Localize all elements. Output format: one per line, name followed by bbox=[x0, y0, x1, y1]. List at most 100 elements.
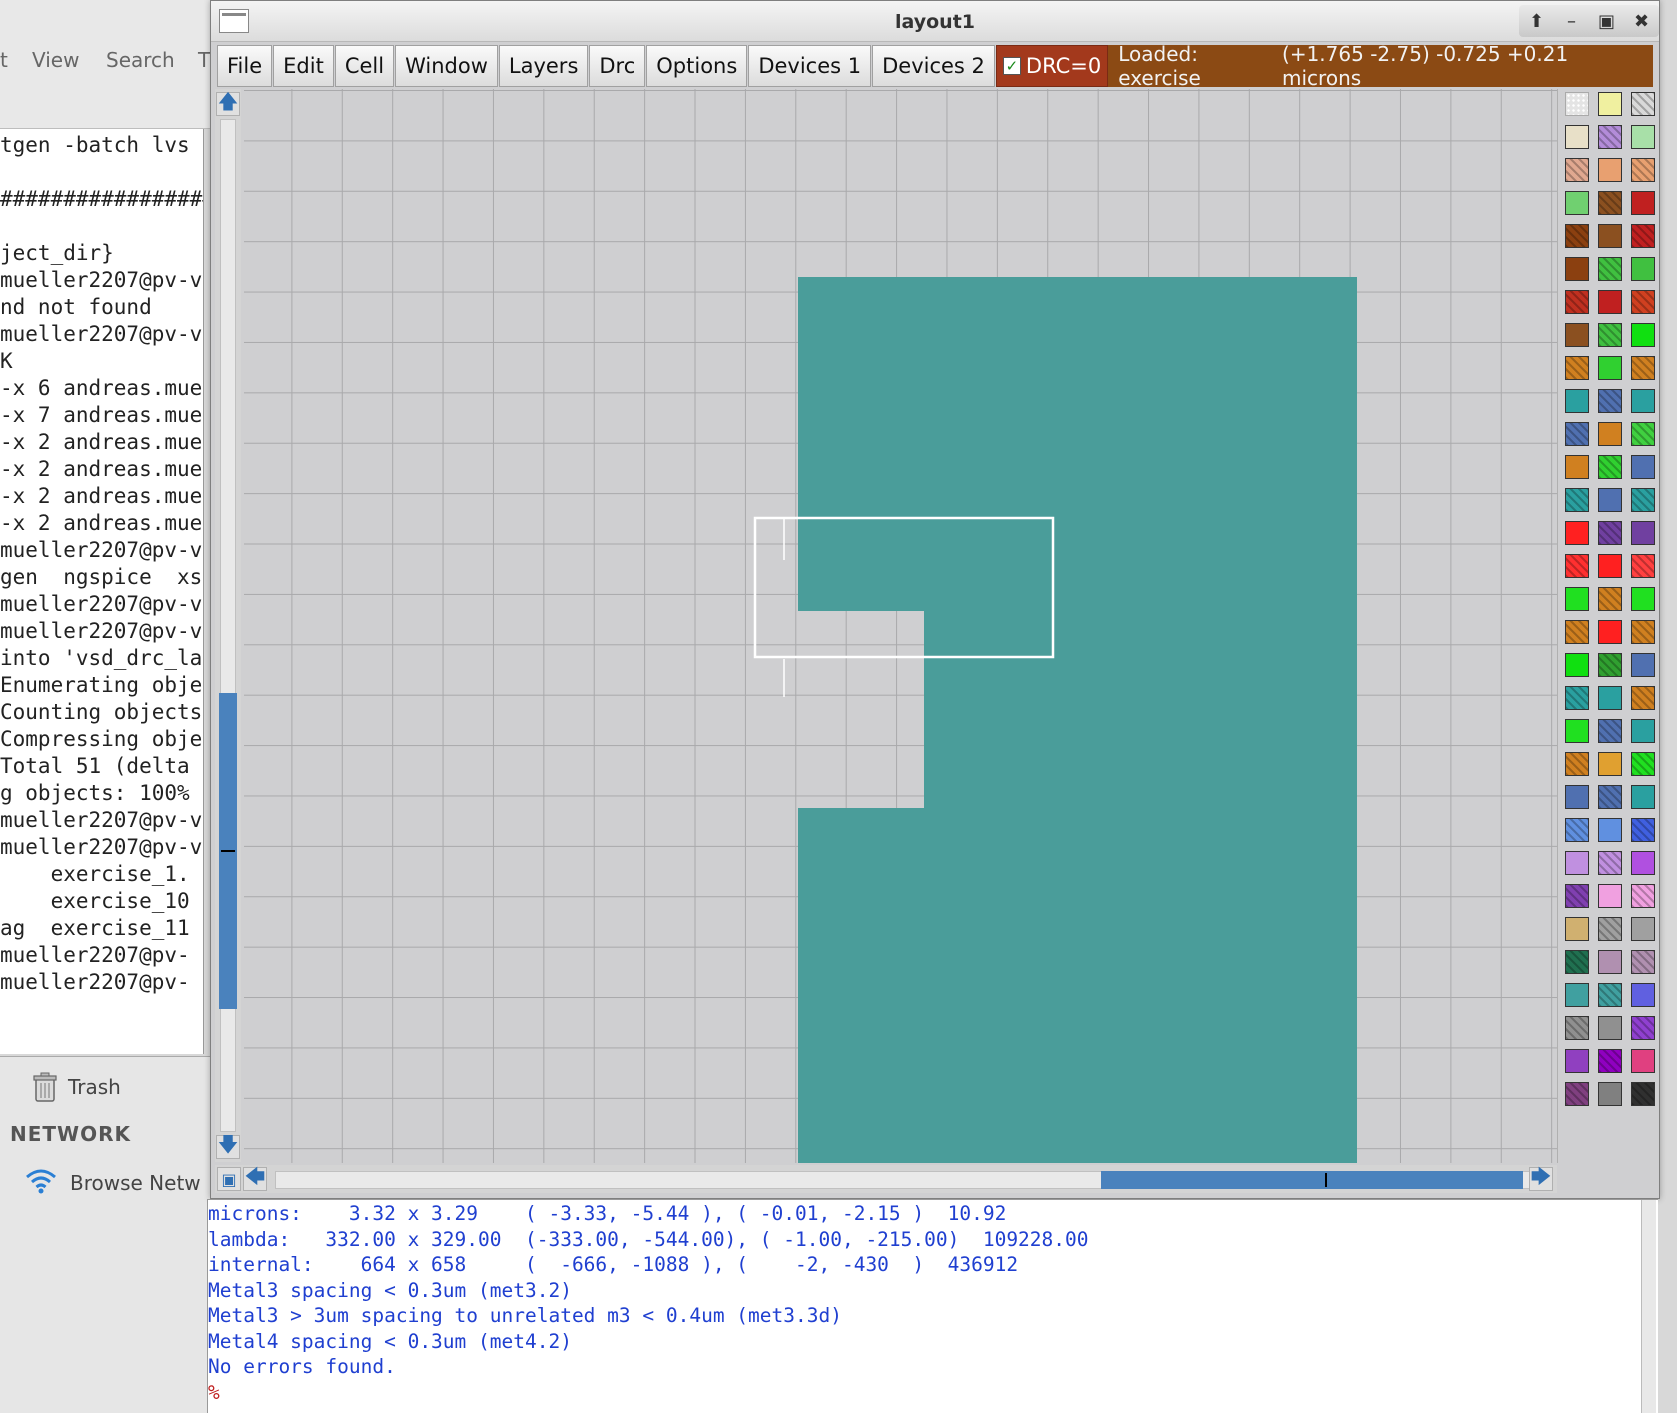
horizontal-scrollbar[interactable]: ▣ 🡄 🡆 bbox=[215, 1164, 1557, 1193]
layer-swatch[interactable] bbox=[1565, 455, 1589, 479]
layer-swatch[interactable] bbox=[1598, 92, 1622, 116]
layer-swatch[interactable] bbox=[1565, 686, 1589, 710]
layer-swatch[interactable] bbox=[1598, 587, 1622, 611]
layer-swatch[interactable] bbox=[1565, 884, 1589, 908]
layer-swatch[interactable] bbox=[1565, 554, 1589, 578]
layer-swatch[interactable] bbox=[1631, 92, 1655, 116]
layer-swatch[interactable] bbox=[1565, 818, 1589, 842]
layer-swatch[interactable] bbox=[1565, 851, 1589, 875]
close-icon[interactable]: ✖ bbox=[1630, 9, 1654, 33]
layer-swatch[interactable] bbox=[1598, 785, 1622, 809]
layer-swatch[interactable] bbox=[1631, 587, 1655, 611]
layer-swatch[interactable] bbox=[1598, 422, 1622, 446]
menu-file[interactable]: File bbox=[217, 45, 273, 87]
terminal-menu-view[interactable]: View bbox=[32, 48, 79, 72]
layer-swatch[interactable] bbox=[1565, 323, 1589, 347]
layer-swatch[interactable] bbox=[1598, 620, 1622, 644]
layer-swatch[interactable] bbox=[1598, 356, 1622, 380]
trash-icon[interactable] bbox=[30, 1071, 64, 1105]
layer-swatch[interactable] bbox=[1631, 884, 1655, 908]
console-scrollbar[interactable] bbox=[1641, 1200, 1656, 1413]
layer-swatch[interactable] bbox=[1598, 521, 1622, 545]
layer-swatch[interactable] bbox=[1631, 290, 1655, 314]
layer-swatch[interactable] bbox=[1565, 1016, 1589, 1040]
layer-swatch[interactable] bbox=[1565, 92, 1589, 116]
layer-swatch[interactable] bbox=[1565, 158, 1589, 182]
layer-swatch[interactable] bbox=[1598, 191, 1622, 215]
layer-swatch[interactable] bbox=[1565, 488, 1589, 512]
layer-swatch[interactable] bbox=[1631, 917, 1655, 941]
layer-swatch[interactable] bbox=[1631, 356, 1655, 380]
terminal-menu-item[interactable]: t bbox=[0, 48, 8, 72]
layer-swatch[interactable] bbox=[1631, 389, 1655, 413]
layer-swatch[interactable] bbox=[1631, 686, 1655, 710]
horizontal-scroll-thumb[interactable] bbox=[1101, 1171, 1523, 1189]
layer-swatch[interactable] bbox=[1631, 521, 1655, 545]
layer-swatch[interactable] bbox=[1565, 125, 1589, 149]
layer-swatch[interactable] bbox=[1565, 356, 1589, 380]
scroll-left-icon[interactable]: 🡄 bbox=[243, 1164, 267, 1191]
layer-swatch[interactable] bbox=[1631, 1016, 1655, 1040]
layer-swatch[interactable] bbox=[1598, 257, 1622, 281]
layer-swatch[interactable] bbox=[1598, 290, 1622, 314]
layer-swatch[interactable] bbox=[1598, 917, 1622, 941]
layer-swatch[interactable] bbox=[1598, 1082, 1622, 1106]
minimize-icon[interactable]: – bbox=[1560, 9, 1584, 33]
layer-swatch[interactable] bbox=[1565, 620, 1589, 644]
layer-swatch[interactable] bbox=[1598, 818, 1622, 842]
layer-swatch[interactable] bbox=[1565, 1049, 1589, 1073]
layout-canvas[interactable] bbox=[244, 89, 1557, 1163]
layer-swatch[interactable] bbox=[1631, 191, 1655, 215]
layer-swatch[interactable] bbox=[1598, 752, 1622, 776]
layer-swatch[interactable] bbox=[1631, 1049, 1655, 1073]
layer-swatch[interactable] bbox=[1565, 752, 1589, 776]
layer-swatch[interactable] bbox=[1565, 422, 1589, 446]
trash-label[interactable]: Trash bbox=[68, 1075, 121, 1099]
layer-swatch[interactable] bbox=[1631, 488, 1655, 512]
layer-swatch[interactable] bbox=[1565, 653, 1589, 677]
menu-devices-2[interactable]: Devices 2 bbox=[872, 45, 995, 87]
layer-swatch[interactable] bbox=[1598, 554, 1622, 578]
layer-swatch[interactable] bbox=[1631, 785, 1655, 809]
layer-swatch[interactable] bbox=[1565, 983, 1589, 1007]
scroll-up-icon[interactable]: 🡅 bbox=[216, 89, 240, 116]
layer-swatch[interactable] bbox=[1598, 686, 1622, 710]
layer-swatch[interactable] bbox=[1598, 884, 1622, 908]
layer-swatch[interactable] bbox=[1598, 950, 1622, 974]
layer-swatch[interactable] bbox=[1631, 422, 1655, 446]
layer-swatch[interactable] bbox=[1565, 950, 1589, 974]
layer-swatch[interactable] bbox=[1631, 620, 1655, 644]
layer-swatch[interactable] bbox=[1598, 125, 1622, 149]
layer-swatch[interactable] bbox=[1565, 587, 1589, 611]
title-bar[interactable]: layout1 ⬆ – ▣ ✖ bbox=[211, 1, 1659, 42]
layer-swatch[interactable] bbox=[1598, 455, 1622, 479]
layer-swatch[interactable] bbox=[1565, 785, 1589, 809]
metal3-polygon[interactable] bbox=[244, 89, 1557, 1163]
console-prompt[interactable]: % bbox=[208, 1381, 220, 1404]
terminal-menu-terminal[interactable]: T bbox=[198, 48, 210, 72]
layer-swatch[interactable] bbox=[1631, 983, 1655, 1007]
layer-swatch[interactable] bbox=[1565, 917, 1589, 941]
scroll-right-icon[interactable]: 🡆 bbox=[1529, 1164, 1553, 1191]
layer-swatch[interactable] bbox=[1598, 1016, 1622, 1040]
menu-devices-1[interactable]: Devices 1 bbox=[748, 45, 872, 87]
layer-swatch[interactable] bbox=[1631, 1082, 1655, 1106]
menu-options[interactable]: Options bbox=[646, 45, 748, 87]
layer-swatch[interactable] bbox=[1598, 851, 1622, 875]
layer-swatch[interactable] bbox=[1565, 719, 1589, 743]
layer-swatch[interactable] bbox=[1631, 653, 1655, 677]
menu-layers[interactable]: Layers bbox=[498, 45, 589, 87]
menu-edit[interactable]: Edit bbox=[273, 45, 334, 87]
layer-swatch[interactable] bbox=[1598, 488, 1622, 512]
layer-swatch[interactable] bbox=[1631, 950, 1655, 974]
layer-swatch[interactable] bbox=[1598, 1049, 1622, 1073]
layer-swatch[interactable] bbox=[1598, 158, 1622, 182]
layer-swatch[interactable] bbox=[1565, 290, 1589, 314]
tcl-console[interactable]: microns: 3.32 x 3.29 ( -3.33, -5.44 ), (… bbox=[207, 1199, 1658, 1413]
layer-swatch[interactable] bbox=[1598, 323, 1622, 347]
layer-swatch[interactable] bbox=[1598, 224, 1622, 248]
maximize-icon[interactable]: ▣ bbox=[1595, 9, 1619, 33]
layer-swatch[interactable] bbox=[1631, 323, 1655, 347]
layer-swatch[interactable] bbox=[1598, 389, 1622, 413]
layer-swatch[interactable] bbox=[1631, 752, 1655, 776]
